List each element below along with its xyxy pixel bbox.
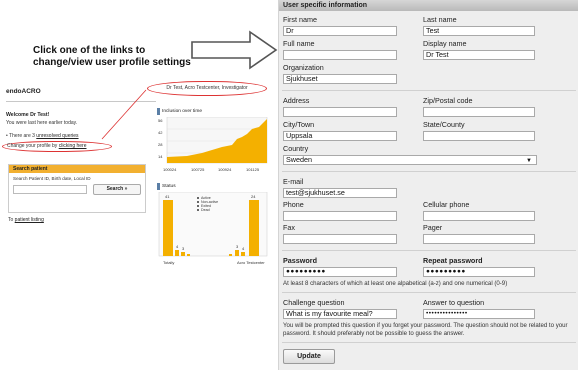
fax-field[interactable] [283,234,397,244]
zip-field[interactable] [423,107,535,117]
answer-label: Answer to question [423,298,485,307]
search-patient-label: Search Patient ID, Birth date, Local ID [13,176,91,181]
pointer-arrow [191,30,278,70]
challenge-question-label: Challenge question [283,298,345,307]
state-label: State/County [423,120,465,129]
change-profile-text: Change your profile by clicking here [2,141,112,152]
challenge-hint: You will be prompted this question if yo… [283,322,568,337]
email-label: E-mail [283,177,304,186]
unresolved-queries-link[interactable]: unresolved queries [36,133,78,139]
first-name-label: First name [283,15,317,24]
svg-text:56: 56 [158,118,163,123]
repeat-password-label: Repeat password [423,256,483,265]
phone-field[interactable] [283,211,397,221]
welcome-text: Welcome Dr Test! [6,112,50,118]
change-profile-link[interactable]: clicking here [59,143,87,149]
separator [282,250,576,251]
chevron-down-icon: ▼ [526,158,532,164]
inclusion-chart-title: Inclusion over time [157,108,247,115]
update-button[interactable]: Update [283,349,335,364]
status-chart: Status 41 24 4 3 3 4 Active Non-active E… [157,183,270,268]
answer-field[interactable]: ••••••••••••••• [423,309,535,319]
state-field[interactable] [423,131,535,141]
separator [282,90,576,91]
organization-field[interactable]: Sjukhuset [283,74,397,84]
phone-label: Phone [283,200,304,209]
svg-text:28: 28 [158,142,163,147]
inclusion-chart-plot: 56 42 28 14 100024 100725 100924 101125 [158,117,268,172]
city-field[interactable]: Uppsala [283,131,397,141]
country-label: Country [283,144,309,153]
separator [282,171,576,172]
display-name-label: Display name [423,39,467,48]
svg-text:100924: 100924 [218,167,232,172]
status-chart-title: Status [157,183,247,190]
last-seen-text: You were last here earlier today. [6,120,78,126]
email-field[interactable]: test@sjukhuset.se [283,188,397,198]
patient-listing-text: To patient listing [8,217,44,223]
svg-text:41: 41 [165,194,170,199]
repeat-password-field[interactable]: ●●●●●●●●● [423,267,535,277]
dashboard-thumbnail: endoACRO Dr Test, Acro Testcenter, Inves… [0,78,270,268]
search-patient-title: Search patient [9,165,145,173]
search-button[interactable]: Search » [93,184,141,195]
organization-label: Organization [283,63,324,72]
full-name-label: Full name [283,39,315,48]
svg-text:101125: 101125 [246,167,260,172]
queries-text: • There are 3 unresolved queries [6,133,79,139]
svg-text:100024: 100024 [163,167,177,172]
fax-label: Fax [283,223,295,232]
pager-field[interactable] [423,234,535,244]
challenge-question-field[interactable]: What is my favourite meal? [283,309,397,319]
svg-text:Dead: Dead [201,208,210,212]
svg-text:Totally: Totally [163,260,174,265]
separator [282,292,576,293]
full-name-field[interactable] [283,50,397,60]
pager-label: Pager [423,223,443,232]
inclusion-chart: Inclusion over time 56 42 28 14 100024 1… [157,108,270,176]
user-profile-form: User specific information First name Dr … [278,0,578,370]
separator [282,342,576,343]
zip-label: Zip/Postal code [423,96,473,105]
password-hint: At least 8 characters of which at least … [283,280,508,287]
svg-text:100725: 100725 [191,167,205,172]
address-field[interactable] [283,107,397,117]
search-patient-input[interactable] [13,185,87,194]
first-name-field[interactable]: Dr [283,26,397,36]
last-name-field[interactable]: Test [423,26,535,36]
password-label: Password [283,256,317,265]
cellular-label: Cellular phone [423,200,470,209]
city-label: City/Town [283,120,315,129]
country-select[interactable]: Sweden ▼ [283,155,537,165]
svg-text:24: 24 [251,194,256,199]
svg-text:Acro Testcenter: Acro Testcenter [237,260,265,265]
svg-text:14: 14 [158,154,163,159]
address-label: Address [283,96,310,105]
status-chart-plot: 41 24 4 3 3 4 Active Non-active Exited D… [158,192,268,265]
instruction-text: Click one of the links to change/view us… [33,45,191,68]
password-field[interactable]: ●●●●●●●●● [283,267,397,277]
search-patient-box: Search patient Search Patient ID, Birth … [8,164,146,213]
last-name-label: Last name [423,15,457,24]
svg-text:42: 42 [158,130,163,135]
patient-listing-link[interactable]: patient listing [15,217,44,223]
cellular-field[interactable] [423,211,535,221]
display-name-field[interactable]: Dr Test [423,50,535,60]
panel-header: User specific information [279,0,578,11]
